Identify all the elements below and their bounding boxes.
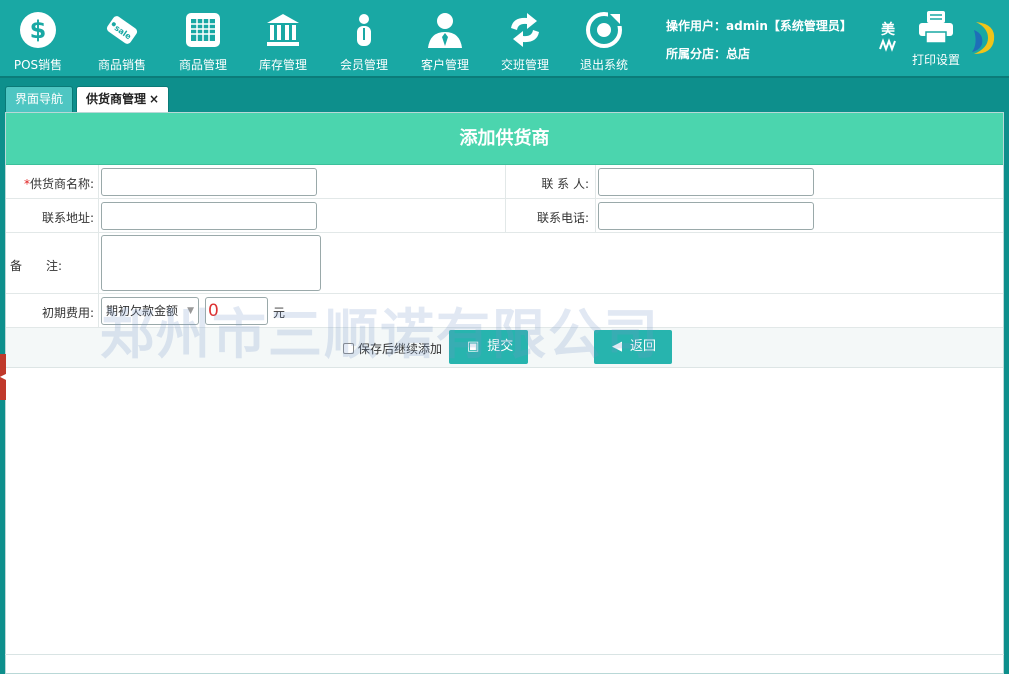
checkbox-box[interactable] — [343, 343, 354, 354]
print-label: 打印设置 — [911, 53, 960, 67]
form-row-name-contact: *供货商名称: 联 系 人: — [6, 165, 1003, 199]
theme-label: 美 — [881, 22, 895, 38]
nav-label: 商品销售 — [97, 58, 146, 72]
nav-label: 交班管理 — [500, 58, 549, 72]
supplier-name-label: *供货商名称: — [14, 175, 94, 192]
dollar-icon: $ — [20, 12, 56, 48]
add-supplier-panel: 添加供货商 *供货商名称: 联 系 人: 联系地址: 联系电话: 备 注: 初期… — [5, 112, 1004, 674]
phone-label: 联系电话: — [536, 211, 589, 225]
printer-icon — [919, 11, 953, 44]
nav-customer[interactable]: 客户管理 — [405, 10, 485, 73]
back-label: 返回 — [630, 339, 657, 354]
sale-tag-icon: sale — [106, 16, 138, 44]
tab-bar: 界面导航 供货商管理 × — [0, 80, 1009, 112]
branch-label: 所属分店： — [666, 47, 727, 61]
divider — [595, 165, 596, 198]
sidebar-toggle-handle[interactable]: ◀ — [0, 354, 6, 400]
print-settings-button[interactable]: 打印设置 — [906, 10, 966, 68]
divider — [505, 165, 506, 198]
unit-label: 元 — [273, 306, 286, 320]
tab-supplier-management[interactable]: 供货商管理 × — [76, 86, 170, 112]
nav-pos-sales[interactable]: $ POS销售 — [0, 10, 78, 73]
nav-product-management[interactable]: 商品管理 — [163, 10, 243, 73]
branch-row: 所属分店：总店 — [666, 47, 852, 61]
nav-label: 客户管理 — [420, 58, 469, 72]
operator-value: admin【系统管理员】 — [726, 19, 852, 33]
tab-label: 界面导航 — [15, 92, 64, 106]
theme-switch[interactable]: 美 — [877, 22, 899, 56]
form-row-address-phone: 联系地址: 联系电话: — [6, 199, 1003, 233]
divider — [5, 654, 1004, 655]
swap-icon — [511, 13, 539, 47]
tab-home-navigation[interactable]: 界面导航 — [5, 86, 74, 112]
initial-fee-label: 初期费用: — [41, 306, 94, 320]
bank-icon — [267, 14, 299, 46]
close-icon[interactable]: × — [149, 92, 159, 106]
continue-add-checkbox[interactable]: 保存后继续添加 — [343, 340, 442, 357]
form-title: 添加供货商 — [6, 113, 1003, 165]
nav-shift[interactable]: 交班管理 — [485, 10, 565, 73]
nav-inventory[interactable]: 库存管理 — [243, 10, 323, 73]
divider — [98, 165, 99, 198]
action-bar: 保存后继续添加 ▣ 提交 ◀ 返回 — [6, 328, 1003, 368]
exit-icon — [586, 12, 622, 48]
phone-input[interactable] — [598, 202, 814, 230]
user-info: 操作用户：admin【系统管理员】 所属分店：总店 — [666, 19, 852, 61]
address-label: 联系地址: — [41, 211, 94, 225]
customer-icon — [428, 13, 462, 48]
contact-input[interactable] — [598, 168, 814, 196]
nav-member[interactable]: 会员管理 — [324, 10, 404, 73]
svg-text:$: $ — [30, 16, 47, 44]
contact-label: 联 系 人: — [541, 177, 589, 191]
brand-logo-icon — [972, 22, 995, 54]
supplier-name-input[interactable] — [101, 168, 317, 196]
form-row-remark: 备 注: — [6, 233, 1003, 294]
nav-label: POS销售 — [13, 58, 63, 72]
chevron-down-icon: ▼ — [187, 306, 194, 316]
divider — [595, 199, 596, 232]
tab-label: 供货商管理 — [86, 92, 147, 106]
remark-textarea[interactable] — [101, 235, 321, 291]
wave-icon — [879, 38, 896, 52]
member-icon — [357, 14, 371, 46]
back-arrow-icon: ◀ — [612, 339, 622, 354]
grid-table-icon — [186, 13, 220, 47]
back-button[interactable]: ◀ 返回 — [594, 330, 672, 364]
form-row-initial-fee: 初期费用: 期初欠款金额 ▼ 0 元 — [6, 294, 1003, 328]
checkbox-label: 保存后继续添加 — [358, 342, 443, 356]
nav-label: 退出系统 — [579, 58, 628, 72]
supplier-name-label-text: 供货商名称: — [29, 177, 94, 191]
nav-product-sales[interactable]: sale 商品销售 — [82, 10, 162, 73]
operator-label: 操作用户： — [666, 19, 727, 33]
fee-type-select[interactable]: 期初欠款金额 ▼ — [101, 297, 199, 325]
submit-icon: ▣ — [467, 339, 480, 354]
address-input[interactable] — [101, 202, 317, 230]
top-nav-bar: $ POS销售 sale 商品销售 商品管理 库存管理 会员管理 客户管理 交班… — [0, 0, 1009, 78]
operator-row: 操作用户：admin【系统管理员】 — [666, 19, 852, 33]
branch-value: 总店 — [726, 47, 751, 61]
submit-button[interactable]: ▣ 提交 — [449, 330, 528, 364]
divider — [98, 294, 99, 327]
remark-label: 备 注: — [10, 259, 63, 273]
divider — [98, 199, 99, 232]
divider — [505, 199, 506, 232]
nav-label: 商品管理 — [178, 58, 227, 72]
amount-input[interactable]: 0 — [205, 297, 268, 325]
nav-exit[interactable]: 退出系统 — [564, 10, 644, 73]
fee-type-value: 期初欠款金额 — [106, 304, 179, 318]
nav-label: 会员管理 — [339, 58, 388, 72]
divider — [98, 233, 99, 293]
submit-label: 提交 — [487, 339, 514, 354]
nav-label: 库存管理 — [258, 58, 307, 72]
